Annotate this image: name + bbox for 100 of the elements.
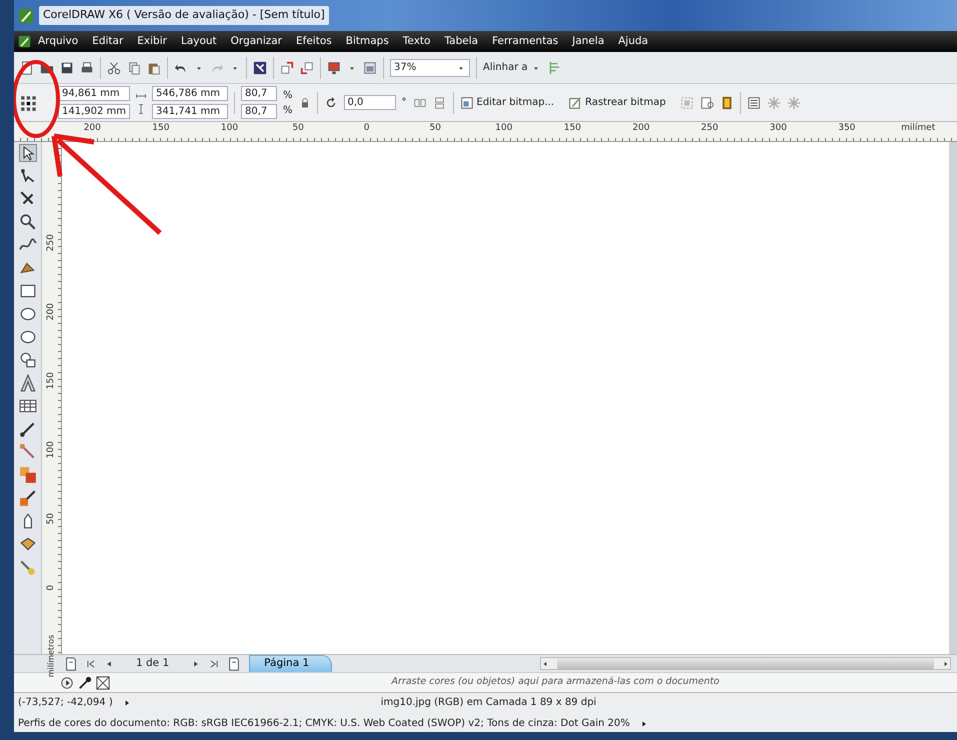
save-icon[interactable] [60, 60, 74, 74]
trace-bitmap-button[interactable]: Rastrear bitmap [568, 95, 666, 110]
add-page-icon[interactable] [64, 656, 78, 670]
edit-bitmap-icon [460, 96, 474, 110]
basic-shapes-icon[interactable] [18, 351, 36, 369]
input-field[interactable]: 80,7 [241, 104, 277, 119]
no-color-swatch-icon[interactable] [96, 676, 110, 690]
window-title: CorelDRAW X6 ( Versão de avaliação) - [Sem título] [39, 6, 329, 25]
ruler-label: 50 [428, 122, 442, 135]
edit-bitmap-button[interactable]: Editar bitmap... [460, 95, 554, 110]
dimension-tool-icon[interactable] [18, 420, 36, 438]
frame-icon[interactable] [720, 96, 734, 110]
menu-item[interactable]: Arquivo [31, 34, 86, 50]
menu-item[interactable]: Janela [565, 34, 612, 50]
ruler-label: 150 [44, 372, 57, 390]
publish-icon[interactable] [327, 60, 341, 74]
cursor-coordinates: (-73,527; -42,094 ) [18, 696, 113, 710]
rotation-field[interactable]: 0,0 [344, 95, 396, 110]
shape-tool-icon[interactable] [18, 167, 36, 185]
vertical-scrollbar[interactable] [949, 142, 957, 654]
ruler-label: 50 [291, 122, 305, 135]
text-tool-icon[interactable] [18, 374, 36, 392]
crop-bitmap-icon[interactable] [700, 96, 714, 110]
pick-tool-icon[interactable] [18, 144, 36, 162]
expand-arrow-icon[interactable] [640, 720, 648, 728]
interactive-fill-icon[interactable] [18, 558, 36, 576]
menu-item[interactable]: Organizar [224, 34, 290, 50]
ellipse-tool-icon[interactable] [18, 305, 36, 323]
anchor-grid-icon[interactable] [20, 94, 38, 112]
align-dropdown[interactable]: Alinhar a [483, 60, 541, 75]
zoom-dropdown[interactable]: 37% [390, 58, 470, 76]
menu-item[interactable]: Exibir [130, 34, 174, 50]
import-icon[interactable] [280, 60, 294, 74]
menu-item[interactable]: Efeitos [289, 34, 339, 50]
ruler-unit: milímet [901, 122, 936, 135]
ruler-label: 50 [44, 513, 57, 524]
app-logo-icon [18, 35, 31, 48]
input-field[interactable]: 546,786 mm [152, 86, 228, 102]
ruler-label: 150 [562, 122, 582, 135]
menu-item[interactable]: Texto [396, 34, 438, 50]
first-page-icon[interactable] [86, 658, 96, 668]
page-tab[interactable]: Página 1 [249, 655, 332, 672]
ruler-label: 0 [44, 584, 57, 591]
last-page-icon[interactable] [209, 658, 220, 668]
rectangle-tool-icon[interactable] [18, 282, 36, 300]
ruler-label: 150 [151, 122, 170, 135]
input-field[interactable]: 80,7 [241, 86, 277, 102]
export-icon[interactable] [300, 60, 314, 74]
menu-item[interactable]: Tabela [437, 34, 486, 50]
object-info: img10.jpg (RGB) em Camada 1 89 x 89 dpi [380, 696, 596, 710]
add-page-icon[interactable] [227, 656, 242, 670]
ruler-label: 100 [494, 122, 514, 135]
ruler-label: 250 [44, 234, 57, 252]
palette-hint: Arraste cores (ou objetos) aqui para armazená-las com o documento [390, 675, 720, 690]
page-counter: 1 de 1 [136, 656, 170, 671]
blend-tool-icon[interactable] [18, 466, 36, 484]
percent-label: % [283, 104, 293, 118]
percent-label: % [283, 88, 293, 102]
printer-icon[interactable] [80, 60, 94, 74]
input-field[interactable]: 341,741 mm [152, 104, 228, 119]
mirror-vertical-icon[interactable] [432, 96, 447, 110]
scroll-right-icon[interactable] [942, 660, 950, 668]
eyedropper-icon[interactable] [78, 676, 92, 690]
fill-tool-icon[interactable] [18, 535, 36, 553]
table-tool-icon[interactable] [18, 397, 36, 415]
menu-item[interactable]: Bitmaps [338, 34, 396, 50]
zoom-tool-icon[interactable] [18, 213, 36, 231]
menu-item[interactable]: Ferramentas [485, 34, 566, 50]
ellipse-tool-icon[interactable] [18, 328, 36, 346]
ruler-label: 200 [44, 303, 57, 320]
scrollbar-thumb[interactable] [557, 658, 934, 669]
ruler-label: 300 [768, 122, 788, 135]
connector-tool-icon[interactable] [18, 443, 36, 461]
ruler-label: 100 [44, 441, 57, 458]
view-icon[interactable] [363, 60, 377, 74]
app-logo-icon [18, 8, 34, 24]
height-icon [136, 104, 146, 114]
ruler-label: 350 [837, 122, 856, 135]
scissors-icon[interactable] [107, 60, 121, 74]
ruler-unit: milímetros [46, 634, 56, 678]
ruler-label: 200 [631, 122, 651, 135]
menu-item[interactable]: Editar [85, 34, 130, 50]
scroll-left-icon[interactable] [541, 660, 550, 668]
trace-bitmap-icon [568, 96, 582, 110]
horizontal-scrollbar[interactable] [540, 657, 951, 670]
copy-icon[interactable] [127, 60, 141, 74]
color-profiles: Perfis de cores do documento: RGB: sRGB IEC61966-2.1; CMYK: U.S. Web Coated (SWOP) v2; Tons de cinza: Dot Gain 20% [18, 717, 630, 731]
menu-item[interactable]: Layout [174, 34, 224, 50]
menu-item[interactable]: Ajuda [611, 34, 656, 50]
text-wrap-icon[interactable] [746, 96, 761, 110]
ruler-label: 100 [220, 122, 240, 135]
paste-icon[interactable] [147, 60, 161, 74]
eyedropper-tool-icon[interactable] [18, 489, 36, 507]
degree-label: ° [402, 96, 407, 110]
input-field[interactable]: 94,861 mm [58, 86, 130, 102]
expand-arrow-icon[interactable] [122, 698, 131, 706]
app-launcher-icon[interactable] [253, 60, 267, 74]
ruler-label: 200 [82, 122, 102, 135]
input-field[interactable]: 141,902 mm [58, 104, 130, 119]
ruler-label: 250 [700, 122, 720, 135]
